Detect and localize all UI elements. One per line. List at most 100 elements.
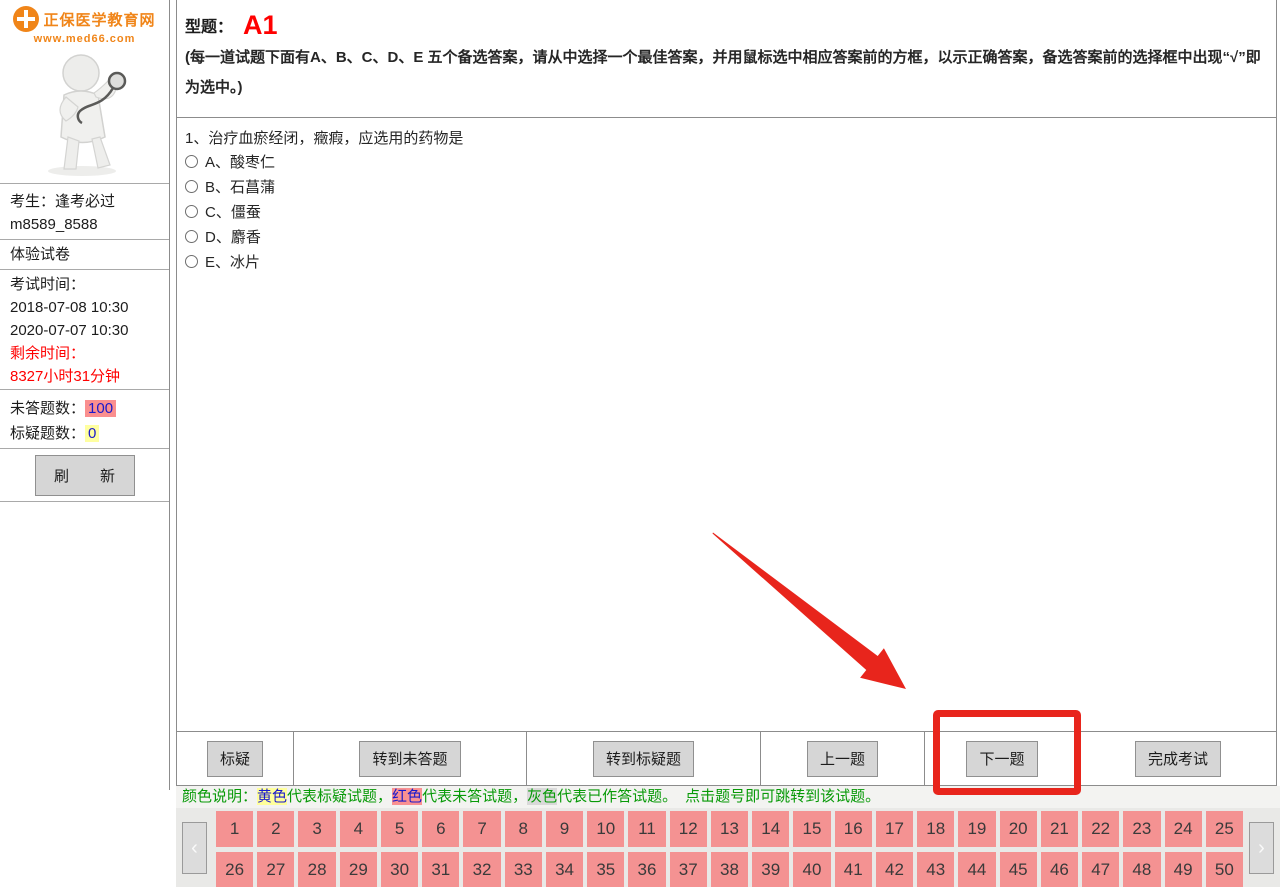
question-number-cell[interactable]: 34 — [546, 852, 583, 887]
footer-cell: 下一题 — [925, 732, 1080, 785]
question-number-cell[interactable]: 20 — [1000, 811, 1037, 847]
main-panel: 型题： A1 (每一道试题下面有A、B、C、D、E 五个备选答案，请从中选择一个… — [176, 0, 1277, 786]
option-row-d[interactable]: D、麝香 — [185, 224, 1268, 249]
question-number-cell[interactable]: 18 — [917, 811, 954, 847]
question-number-cell[interactable]: 21 — [1041, 811, 1078, 847]
question-number-cell[interactable]: 22 — [1082, 811, 1119, 847]
question-number-cell[interactable]: 23 — [1123, 811, 1160, 847]
footer-cell: 转到未答题 — [294, 732, 527, 785]
option-row-b[interactable]: B、石菖蒲 — [185, 174, 1268, 199]
color-legend: 颜色说明：黄色代表标疑试题，红色代表未答试题，灰色代表已作答试题。点击题号即可跳… — [176, 786, 1280, 808]
question-number-cell[interactable]: 29 — [340, 852, 377, 887]
question-number-cell[interactable]: 27 — [257, 852, 294, 887]
option-label: A、酸枣仁 — [205, 151, 275, 172]
question-number-cell[interactable]: 5 — [381, 811, 418, 847]
question-number-cell[interactable]: 15 — [793, 811, 830, 847]
question-number-cell[interactable]: 40 — [793, 852, 830, 887]
question-number-cell[interactable]: 19 — [958, 811, 995, 847]
question-number-cell[interactable]: 30 — [381, 852, 418, 887]
question-number-cell[interactable]: 7 — [463, 811, 500, 847]
question-stem: 1、治疗血瘀经闭，癥瘕，应选用的药物是 — [185, 129, 1268, 149]
question-number-cell[interactable]: 36 — [628, 852, 665, 887]
question-number-cell[interactable]: 6 — [422, 811, 459, 847]
flagged-count: 0 — [85, 425, 99, 442]
footer-cell: 转到标疑题 — [527, 732, 761, 785]
question-number-cell[interactable]: 25 — [1206, 811, 1243, 847]
question-number-cell[interactable]: 50 — [1206, 852, 1243, 887]
radio-icon[interactable] — [185, 230, 198, 243]
question-number-cell[interactable]: 9 — [546, 811, 583, 847]
radio-icon[interactable] — [185, 155, 198, 168]
option-row-a[interactable]: A、酸枣仁 — [185, 149, 1268, 174]
grid-next-button[interactable]: › — [1249, 822, 1274, 874]
radio-icon[interactable] — [185, 255, 198, 268]
question-number-cell[interactable]: 39 — [752, 852, 789, 887]
question-number-cell[interactable]: 3 — [298, 811, 335, 847]
question-number-cell[interactable]: 38 — [711, 852, 748, 887]
question-number-cell[interactable]: 12 — [670, 811, 707, 847]
question-number-cell[interactable]: 43 — [917, 852, 954, 887]
flag-button[interactable]: 标疑 — [207, 741, 263, 777]
footer-cell: 上一题 — [761, 732, 925, 785]
question-number-cell[interactable]: 41 — [835, 852, 872, 887]
chevron-left-icon: ‹ — [191, 837, 198, 859]
question-number-cell[interactable]: 47 — [1082, 852, 1119, 887]
question-number-cell[interactable]: 4 — [340, 811, 377, 847]
question-type-label: 型题： — [185, 13, 233, 40]
question-number-cell[interactable]: 2 — [257, 811, 294, 847]
refresh-section: 刷 新 — [0, 448, 169, 501]
footer-cell: 标疑 — [177, 732, 294, 785]
brand-cross-icon — [13, 6, 39, 32]
question-number-cell[interactable]: 17 — [876, 811, 913, 847]
option-row-c[interactable]: C、僵蚕 — [185, 199, 1268, 224]
question-grid: 1234567891011121314151617181920212223242… — [216, 811, 1243, 887]
question-number-cell[interactable]: 28 — [298, 852, 335, 887]
instructions-text: (每一道试题下面有A、B、C、D、E 五个备选答案，请从中选择一个最佳答案，并用… — [185, 43, 1268, 103]
flagged-label: 标疑题数： — [10, 425, 85, 442]
question-number-cell[interactable]: 10 — [587, 811, 624, 847]
question-number-cell[interactable]: 16 — [835, 811, 872, 847]
next-question-button[interactable]: 下一题 — [966, 741, 1037, 777]
question-number-cell[interactable]: 31 — [422, 852, 459, 887]
previous-question-button[interactable]: 上一题 — [807, 741, 878, 777]
question-number-cell[interactable]: 11 — [628, 811, 665, 847]
goto-unanswered-button[interactable]: 转到未答题 — [359, 741, 460, 777]
question-number-cell[interactable]: 1 — [216, 811, 253, 847]
refresh-button[interactable]: 刷 新 — [35, 455, 135, 496]
goto-flagged-button[interactable]: 转到标疑题 — [593, 741, 694, 777]
question-number-cell[interactable]: 48 — [1123, 852, 1160, 887]
counts-section: 未答题数：100 标疑题数：0 — [0, 389, 169, 448]
question-number-cell[interactable]: 37 — [670, 852, 707, 887]
radio-icon[interactable] — [185, 180, 198, 193]
question-number-cell[interactable]: 32 — [463, 852, 500, 887]
question-number-cell[interactable]: 35 — [587, 852, 624, 887]
question-number-cell[interactable]: 8 — [505, 811, 542, 847]
mascot-image — [0, 51, 169, 181]
unanswered-count-row: 未答题数：100 — [10, 396, 159, 421]
radio-icon[interactable] — [185, 205, 198, 218]
exam-page: 正保医学教育网 www.med66.com 考生：逢考必过 m85 — [0, 0, 1280, 887]
question-number-cell[interactable]: 24 — [1165, 811, 1202, 847]
question-number-cell[interactable]: 14 — [752, 811, 789, 847]
option-label: E、冰片 — [205, 251, 260, 272]
question-number-cell[interactable]: 49 — [1165, 852, 1202, 887]
flagged-count-row: 标疑题数：0 — [10, 421, 159, 446]
legend-yellow-chip: 黄色 — [257, 788, 287, 805]
candidate-name: 考生：逢考必过 — [10, 190, 159, 213]
legend-text: 颜色说明： — [182, 788, 257, 805]
exam-time-section: 考试时间： 2018-07-08 10:30 2020-07-07 10:30 … — [0, 269, 169, 389]
question-number-cell[interactable]: 42 — [876, 852, 913, 887]
option-row-e[interactable]: E、冰片 — [185, 249, 1268, 274]
question-number-cell[interactable]: 45 — [1000, 852, 1037, 887]
question-number-cell[interactable]: 44 — [958, 852, 995, 887]
question-number-cell[interactable]: 33 — [505, 852, 542, 887]
question-number-cell[interactable]: 46 — [1041, 852, 1078, 887]
question-number-cell[interactable]: 26 — [216, 852, 253, 887]
chevron-right-icon: › — [1258, 837, 1265, 859]
finish-exam-button[interactable]: 完成考试 — [1135, 741, 1221, 777]
grid-prev-button[interactable]: ‹ — [182, 822, 207, 874]
remaining-time-value: 8327小时31分钟 — [10, 365, 159, 388]
legend-text: 代表标疑试题， — [287, 788, 392, 805]
question-number-cell[interactable]: 13 — [711, 811, 748, 847]
legend-text: 点击题号即可跳转到该试题。 — [685, 788, 880, 805]
